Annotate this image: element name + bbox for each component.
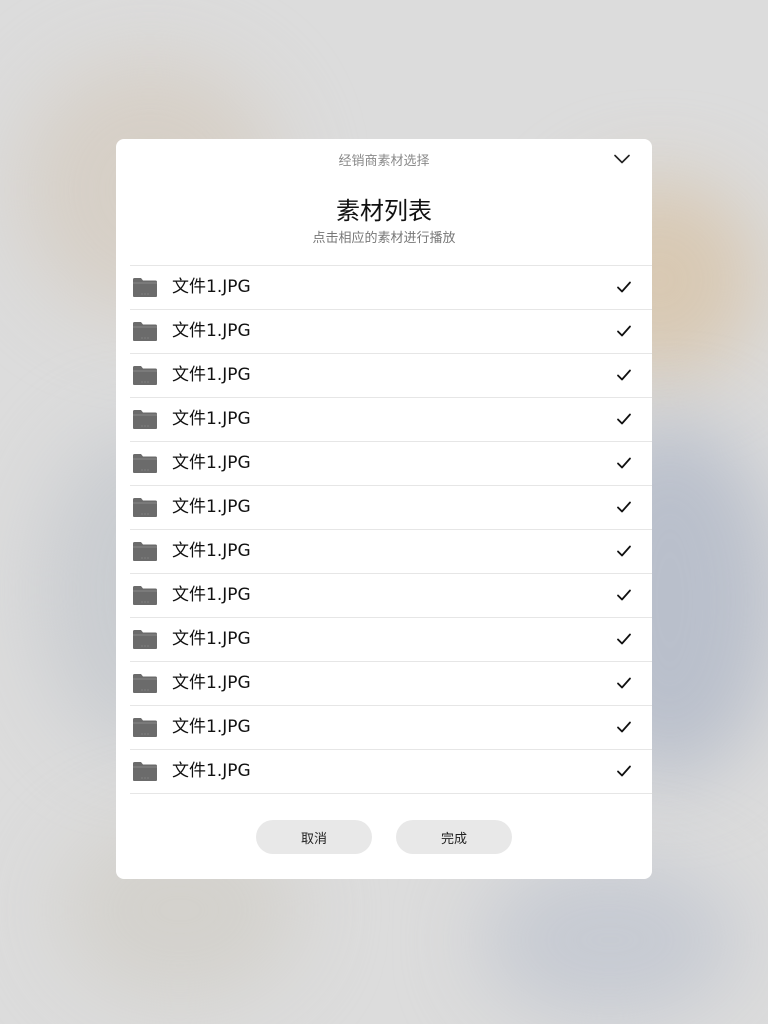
file-list-item[interactable]: 文件1.JPG (130, 486, 652, 530)
checkmark-icon (617, 281, 631, 293)
file-list-item[interactable]: 文件1.JPG (130, 398, 652, 442)
file-list-item[interactable]: 文件1.JPG (130, 530, 652, 574)
file-list-item[interactable]: 文件1.JPG (130, 618, 652, 662)
folder-icon (133, 410, 157, 429)
file-list-item[interactable]: 文件1.JPG (130, 706, 652, 750)
folder-icon (133, 586, 157, 605)
file-list: 文件1.JPG 文件1.JPG 文件1.JPG 文件1.JPG 文件1.JPG … (130, 265, 652, 794)
collapse-button[interactable] (610, 149, 634, 169)
checkmark-icon (617, 633, 631, 645)
file-name: 文件1.JPG (172, 321, 251, 341)
dialog-header-title: 经销商素材选择 (338, 154, 430, 169)
folder-icon (133, 498, 157, 517)
checkmark-icon (617, 413, 631, 425)
checkmark-icon (617, 589, 631, 601)
folder-icon (133, 718, 157, 737)
checkmark-icon (617, 457, 631, 469)
file-name: 文件1.JPG (172, 717, 251, 737)
background-blur-shape (480, 860, 740, 1020)
checkmark-icon (617, 545, 631, 557)
material-select-dialog: 经销商素材选择 素材列表 点击相应的素材进行播放 文件1.JPG 文件1.JPG (116, 139, 652, 879)
file-name: 文件1.JPG (172, 453, 251, 473)
file-name: 文件1.JPG (172, 409, 251, 429)
page-subtitle: 点击相应的素材进行播放 (312, 231, 456, 246)
folder-icon (133, 366, 157, 385)
folder-icon (133, 322, 157, 341)
file-list-item[interactable]: 文件1.JPG (130, 266, 652, 310)
checkmark-icon (617, 677, 631, 689)
folder-icon (133, 630, 157, 649)
checkmark-icon (617, 765, 631, 777)
file-name: 文件1.JPG (172, 585, 251, 605)
folder-icon (133, 762, 157, 781)
checkmark-icon (617, 369, 631, 381)
file-name: 文件1.JPG (172, 541, 251, 561)
checkmark-icon (617, 325, 631, 337)
file-list-item[interactable]: 文件1.JPG (130, 354, 652, 398)
file-name: 文件1.JPG (172, 365, 251, 385)
file-name: 文件1.JPG (172, 761, 251, 781)
chevron-down-icon (614, 154, 630, 164)
cancel-button[interactable]: 取消 (256, 820, 372, 854)
file-name: 文件1.JPG (172, 277, 251, 297)
checkmark-icon (617, 501, 631, 513)
folder-icon (133, 674, 157, 693)
folder-icon (133, 542, 157, 561)
file-list-item[interactable]: 文件1.JPG (130, 750, 652, 794)
folder-icon (133, 454, 157, 473)
checkmark-icon (617, 721, 631, 733)
file-list-item[interactable]: 文件1.JPG (130, 442, 652, 486)
file-name: 文件1.JPG (172, 497, 251, 517)
file-list-item[interactable]: 文件1.JPG (130, 310, 652, 354)
file-list-item[interactable]: 文件1.JPG (130, 662, 652, 706)
folder-icon (133, 278, 157, 297)
file-name: 文件1.JPG (172, 673, 251, 693)
file-name: 文件1.JPG (172, 629, 251, 649)
page-title: 素材列表 (336, 197, 432, 225)
done-button[interactable]: 完成 (396, 820, 512, 854)
file-list-item[interactable]: 文件1.JPG (130, 574, 652, 618)
